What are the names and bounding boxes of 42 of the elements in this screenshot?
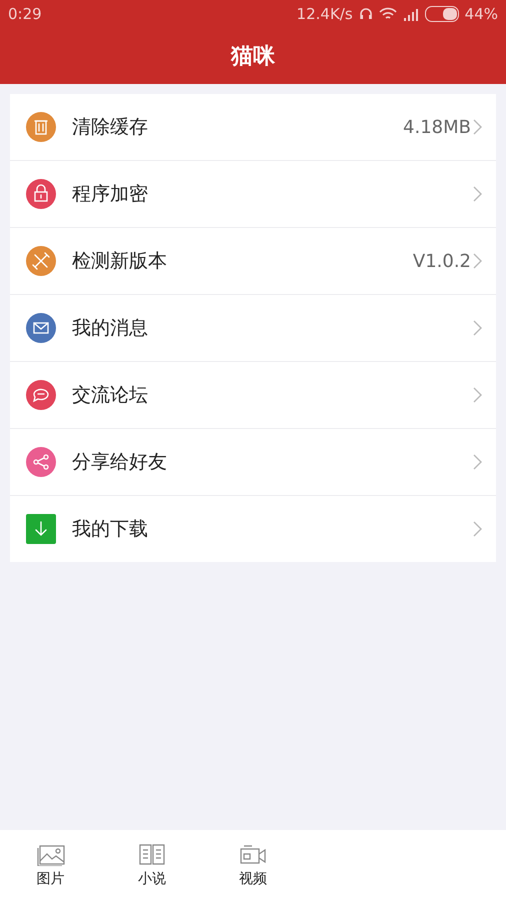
tools-icon — [26, 246, 56, 276]
chevron-icon — [473, 320, 482, 336]
menu-label: 清除缓存 — [72, 115, 149, 140]
menu-label: 我的下载 — [72, 517, 149, 542]
menu-item[interactable]: 交流论坛 — [10, 362, 496, 429]
network-speed: 12.4K/s — [296, 5, 353, 23]
battery-percent: 44% — [464, 5, 498, 23]
menu-item[interactable]: 我的消息 — [10, 295, 496, 362]
trash-icon — [26, 112, 56, 142]
nav-tab[interactable]: 视频 — [202, 830, 304, 900]
menu-label: 交流论坛 — [72, 383, 149, 408]
menu-label: 程序加密 — [72, 182, 149, 207]
menu-label: 检测新版本 — [72, 249, 168, 274]
mail-icon — [26, 313, 56, 343]
book-icon — [136, 842, 167, 866]
chevron-icon — [473, 387, 482, 403]
menu-item[interactable]: 检测新版本 V1.0.2 — [10, 228, 496, 295]
menu-label: 我的消息 — [72, 316, 149, 341]
menu-label: 分享给好友 — [72, 450, 168, 475]
wifi-icon — [378, 7, 397, 21]
menu-item[interactable]: 分享给好友 — [10, 429, 496, 496]
download-icon — [26, 514, 56, 544]
nav-tab[interactable]: 图片 — [0, 830, 102, 900]
chevron-icon — [473, 454, 482, 470]
status-time: 0:29 — [8, 5, 42, 23]
chevron-icon — [473, 186, 482, 202]
chevron-icon — [473, 521, 482, 537]
share-icon — [26, 447, 56, 477]
page-title: 猫咪 — [231, 43, 275, 71]
chat-icon — [26, 380, 56, 410]
chevron-icon — [473, 119, 482, 135]
menu-value: 4.18MB — [403, 116, 471, 138]
nav-tab[interactable]: 小说 — [101, 830, 202, 900]
signal-icon — [402, 8, 419, 20]
menu-item[interactable]: 程序加密 — [10, 161, 496, 228]
headphones-icon — [358, 7, 373, 21]
chevron-icon — [473, 253, 482, 269]
battery-icon — [424, 6, 459, 22]
lock-icon — [26, 179, 56, 209]
menu-item[interactable]: 我的下载 — [10, 496, 496, 562]
menu-item[interactable]: 清除缓存 4.18MB — [10, 94, 496, 161]
menu-value: V1.0.2 — [412, 250, 471, 272]
